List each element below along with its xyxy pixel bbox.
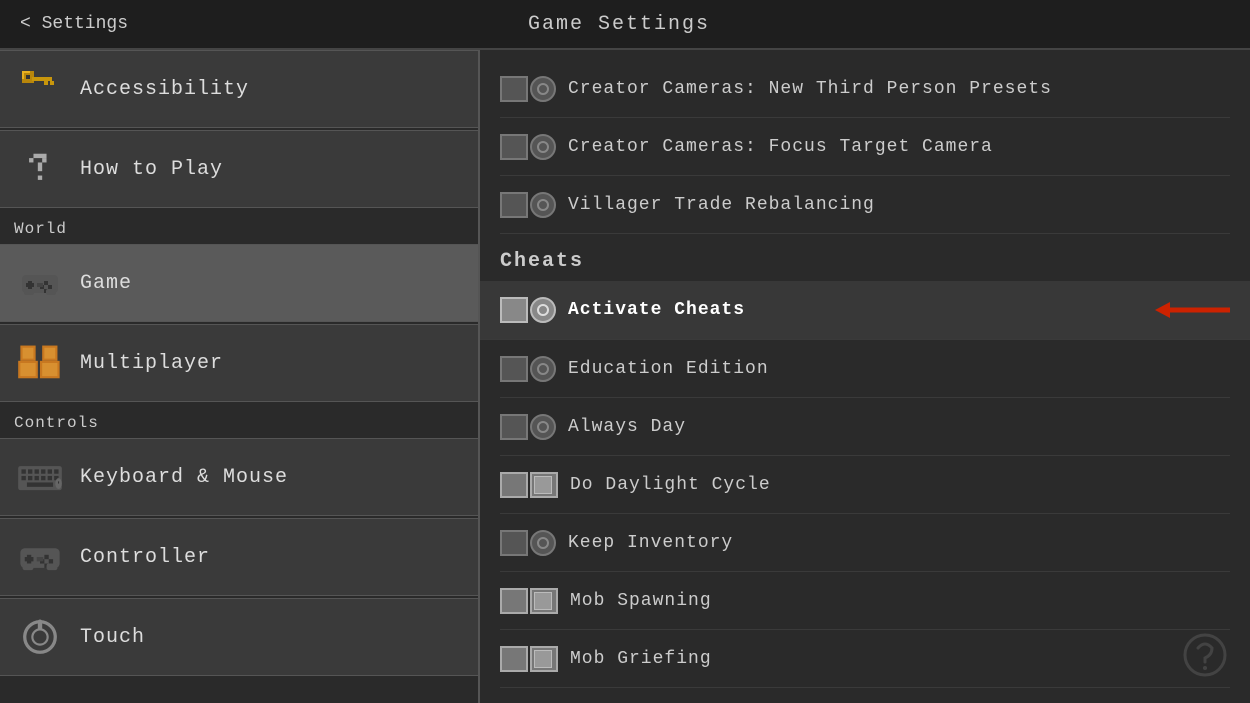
back-label: < Settings — [20, 14, 128, 34]
gamepad-icon — [16, 259, 64, 307]
row-do-daylight-cycle: Do Daylight Cycle — [500, 456, 1230, 514]
sidebar-label-how-to-play: How to Play — [80, 158, 223, 181]
controller-icon — [16, 533, 64, 581]
toggle-mob-spawning[interactable] — [500, 588, 558, 614]
label-do-daylight-cycle: Do Daylight Cycle — [570, 475, 1230, 495]
label-mob-griefing: Mob Griefing — [570, 649, 1230, 669]
sidebar-item-multiplayer[interactable]: Multiplayer — [0, 324, 478, 402]
label-education-edition: Education Edition — [568, 359, 1230, 379]
question-icon — [16, 145, 64, 193]
toggle-always-day[interactable] — [500, 414, 556, 440]
toggle-activate-cheats[interactable] — [500, 297, 556, 323]
sidebar-label-keyboard-mouse: Keyboard & Mouse — [80, 466, 288, 489]
row-entities-drop-loot: Entities Drop Loot — [500, 688, 1230, 703]
toggle-mob-griefing[interactable] — [500, 646, 558, 672]
header: < Settings Game Settings — [0, 0, 1250, 50]
row-mob-griefing: Mob Griefing — [500, 630, 1230, 688]
page-title: Game Settings — [528, 13, 710, 36]
toggle-education-edition[interactable] — [500, 356, 556, 382]
label-creator-cameras-presets: Creator Cameras: New Third Person Preset… — [568, 79, 1230, 99]
sidebar-label-controller: Controller — [80, 546, 210, 569]
row-always-day: Always Day — [500, 398, 1230, 456]
sidebar-item-touch[interactable]: Touch — [0, 598, 478, 676]
sidebar-label-touch: Touch — [80, 626, 145, 649]
row-villager-trade: Villager Trade Rebalancing — [500, 176, 1230, 234]
toggle-do-daylight-cycle[interactable] — [500, 472, 558, 498]
label-creator-cameras-focus: Creator Cameras: Focus Target Camera — [568, 137, 1230, 157]
sidebar-item-accessibility[interactable]: Accessibility — [0, 50, 478, 128]
label-villager-trade: Villager Trade Rebalancing — [568, 195, 1230, 215]
row-creator-cameras-focus: Creator Cameras: Focus Target Camera — [500, 118, 1230, 176]
sidebar-label-accessibility: Accessibility — [80, 78, 249, 101]
toggle-keep-inventory[interactable] — [500, 530, 556, 556]
cheats-section-header: Cheats — [500, 234, 1230, 281]
world-section-label: World — [0, 210, 478, 244]
label-always-day: Always Day — [568, 417, 1230, 437]
row-mob-spawning: Mob Spawning — [500, 572, 1230, 630]
sidebar-item-controller[interactable]: Controller — [0, 518, 478, 596]
sidebar-item-game[interactable]: Game ◀ — [0, 244, 478, 322]
right-panel: Creator Cameras: New Third Person Preset… — [480, 50, 1250, 703]
keyboard-icon — [16, 453, 64, 501]
watermark-icon — [1180, 630, 1230, 691]
sidebar-item-how-to-play[interactable]: How to Play — [0, 130, 478, 208]
controls-section-label: Controls — [0, 404, 478, 438]
sidebar-item-keyboard-mouse[interactable]: Keyboard & Mouse — [0, 438, 478, 516]
row-creator-cameras-presets: Creator Cameras: New Third Person Preset… — [500, 60, 1230, 118]
main-content: Accessibility How to Play World — [0, 50, 1250, 703]
activate-cheats-arrow — [1150, 295, 1230, 325]
toggle-creator-cameras-focus[interactable] — [500, 134, 556, 160]
row-activate-cheats: Activate Cheats — [480, 281, 1250, 340]
multiplayer-icon — [16, 339, 64, 387]
back-button[interactable]: < Settings — [20, 14, 128, 34]
row-education-edition: Education Edition — [500, 340, 1230, 398]
label-mob-spawning: Mob Spawning — [570, 591, 1230, 611]
row-keep-inventory: Keep Inventory — [500, 514, 1230, 572]
label-activate-cheats: Activate Cheats — [568, 300, 1130, 320]
touch-icon — [16, 613, 64, 661]
sidebar-label-game: Game — [80, 272, 132, 295]
key-icon — [16, 65, 64, 113]
toggle-creator-cameras-presets[interactable] — [500, 76, 556, 102]
sidebar: Accessibility How to Play World — [0, 50, 480, 703]
toggle-villager-trade[interactable] — [500, 192, 556, 218]
sidebar-label-multiplayer: Multiplayer — [80, 352, 223, 375]
label-keep-inventory: Keep Inventory — [568, 533, 1230, 553]
